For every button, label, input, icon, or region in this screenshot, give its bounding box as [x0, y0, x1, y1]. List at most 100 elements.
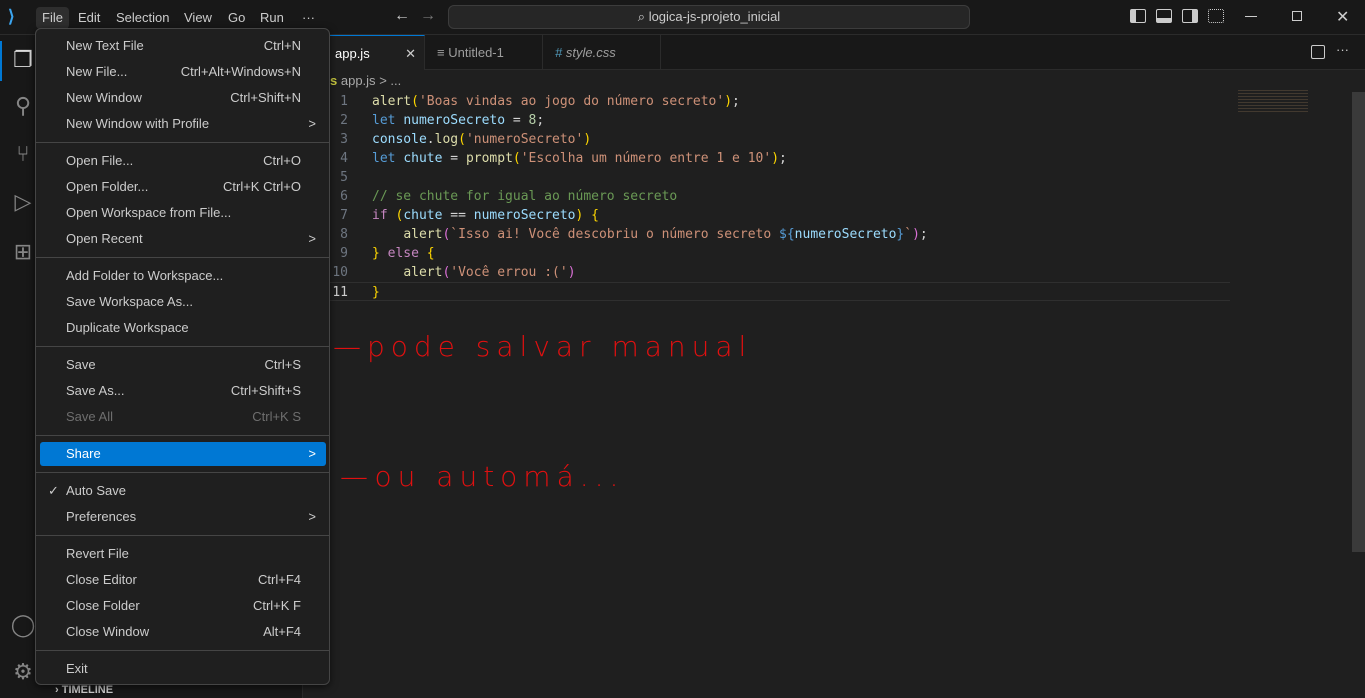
menu-item-close-window[interactable]: Close Window Alt+F4: [40, 620, 326, 644]
menu-item-new-text-file[interactable]: New Text File Ctrl+N: [40, 34, 326, 58]
text-file-icon: ≡: [437, 45, 445, 60]
menu-item-shortcut: Ctrl+N: [263, 38, 301, 53]
toggle-secondary-sidebar-icon[interactable]: [1182, 9, 1198, 23]
menu-item-new-file[interactable]: New File... Ctrl+Alt+Windows+N: [40, 60, 326, 84]
code-line: 8 alert(`Isso ai! Você descobriu o númer…: [340, 227, 928, 242]
menu-separator: [36, 472, 329, 473]
tab-app-js[interactable]: app.js ✕: [323, 35, 425, 70]
explorer-icon[interactable]: ❐: [10, 47, 36, 73]
menu-go[interactable]: Go: [222, 7, 251, 29]
menu-item-exit[interactable]: Exit: [40, 657, 326, 681]
toggle-sidebar-icon[interactable]: [1130, 9, 1146, 23]
tab-label: style.css: [565, 45, 616, 60]
code-line: 3 console.log('numeroSecreto'): [340, 132, 592, 147]
back-arrow-icon[interactable]: ←: [394, 7, 410, 25]
split-editor-icon[interactable]: [1311, 45, 1325, 59]
customize-layout-icon[interactable]: [1208, 9, 1224, 23]
menu-item-label: Preferences: [66, 509, 137, 524]
menu-item-label: Share: [66, 446, 101, 461]
menu-item-add-folder-to-workspace[interactable]: Add Folder to Workspace...: [40, 264, 326, 288]
menu-separator: [36, 142, 329, 143]
more-actions-icon[interactable]: ···: [1336, 42, 1349, 57]
breadcrumb: s app.js > ...: [330, 73, 401, 88]
menu-item-label: New Window: [66, 90, 142, 105]
menu-item-open-recent[interactable]: Open Recent >: [40, 227, 326, 251]
menu-item-save-as[interactable]: Save As... Ctrl+Shift+S: [40, 379, 326, 403]
vertical-scrollbar[interactable]: [1352, 92, 1365, 552]
menu-item-label: Open Recent: [66, 231, 143, 246]
menu-separator: [36, 346, 329, 347]
toggle-panel-icon[interactable]: [1156, 9, 1172, 23]
menu-item-share[interactable]: Share >: [40, 442, 326, 466]
handwritten-annotation: —ou automá...: [340, 460, 625, 493]
editor-tabs: app.js ✕ ≡ Untitled-1 # style.css ···: [303, 35, 1365, 70]
menu-selection[interactable]: Selection: [110, 7, 175, 29]
menu-item-save-workspace-as[interactable]: Save Workspace As...: [40, 290, 326, 314]
menu-more[interactable]: ···: [296, 7, 321, 29]
menu-item-shortcut: Ctrl+Shift+S: [230, 383, 301, 398]
menu-item-close-folder[interactable]: Close Folder Ctrl+K F: [40, 594, 326, 618]
source-control-icon[interactable]: ⑂: [10, 141, 36, 167]
menu-item-save-all[interactable]: Save All Ctrl+K S: [40, 405, 326, 429]
breadcrumb-file[interactable]: app.js: [341, 73, 376, 88]
menu-item-new-window[interactable]: New Window Ctrl+Shift+N: [40, 86, 326, 110]
restore-icon[interactable]: [1292, 11, 1302, 21]
menu-item-label: New File...: [66, 64, 128, 79]
menu-item-open-workspace-from-file[interactable]: Open Workspace from File...: [40, 201, 326, 225]
menu-item-preferences[interactable]: Preferences >: [40, 505, 326, 529]
menu-item-label: Save Workspace As...: [66, 294, 193, 309]
minimap[interactable]: [1238, 90, 1308, 112]
menu-item-shortcut: Ctrl+S: [264, 357, 301, 372]
timeline-section[interactable]: › TIMELINE: [55, 684, 113, 696]
menu-item-shortcut: Ctrl+K Ctrl+O: [222, 179, 301, 194]
menu-item-label: Save All: [66, 409, 113, 424]
chevron-right-icon: >: [308, 231, 316, 246]
code-line: 2 let numeroSecreto = 8;: [340, 113, 545, 128]
menu-item-revert-file[interactable]: Revert File: [40, 542, 326, 566]
menu-file[interactable]: File: [36, 7, 69, 29]
breadcrumb-separator: >: [379, 73, 387, 88]
menu-item-open-folder[interactable]: Open Folder... Ctrl+K Ctrl+O: [40, 175, 326, 199]
menu-item-auto-save[interactable]: ✓ Auto Save: [40, 479, 326, 503]
menu-item-close-editor[interactable]: Close Editor Ctrl+F4: [40, 568, 326, 592]
checkmark-icon: ✓: [48, 483, 59, 498]
code-line: 4 let chute = prompt('Escolha um número e…: [340, 151, 787, 166]
forward-arrow-icon[interactable]: →: [420, 7, 436, 25]
menu-item-label: Exit: [66, 661, 88, 676]
account-icon[interactable]: ◯: [10, 612, 36, 638]
tab-label: app.js: [335, 46, 370, 61]
tab-untitled-1[interactable]: ≡ Untitled-1: [425, 35, 543, 70]
menu-view[interactable]: View: [178, 7, 218, 29]
extensions-icon[interactable]: ⊞: [10, 239, 36, 265]
menu-separator: [36, 257, 329, 258]
menu-item-shortcut: Alt+F4: [263, 624, 301, 639]
minimize-icon[interactable]: [1245, 16, 1257, 17]
menu-item-label: Close Folder: [66, 598, 140, 613]
search-icon[interactable]: ⚲: [10, 93, 36, 119]
menu-item-label: Close Window: [66, 624, 150, 639]
menu-item-shortcut: Ctrl+Shift+N: [230, 90, 301, 105]
menu-item-shortcut: Ctrl+K S: [252, 409, 301, 424]
menu-item-new-window-with-profile[interactable]: New Window with Profile >: [40, 112, 326, 136]
run-debug-icon[interactable]: ▷: [10, 189, 36, 215]
menu-item-save[interactable]: Save Ctrl+S: [40, 353, 326, 377]
menu-edit[interactable]: Edit: [72, 7, 106, 29]
menu-separator: [36, 650, 329, 651]
menu-item-label: Revert File: [66, 546, 129, 561]
tab-style-css[interactable]: # style.css: [543, 35, 661, 70]
menu-run[interactable]: Run: [254, 7, 290, 29]
menu-item-label: Open Workspace from File...: [66, 205, 232, 220]
close-tab-icon[interactable]: ✕: [405, 36, 416, 71]
menu-item-label: New Window with Profile: [66, 116, 210, 131]
menu-separator: [36, 535, 329, 536]
code-editor[interactable]: 1 alert('Boas vindas ao jogo do número se…: [330, 92, 1230, 301]
breadcrumb-symbol[interactable]: ...: [390, 73, 401, 88]
settings-gear-icon[interactable]: ⚙: [10, 659, 36, 685]
menu-item-open-file[interactable]: Open File... Ctrl+O: [40, 149, 326, 173]
menu-item-duplicate-workspace[interactable]: Duplicate Workspace: [40, 316, 326, 340]
menu-item-shortcut: Ctrl+O: [263, 153, 301, 168]
menu-item-label: Add Folder to Workspace...: [66, 268, 224, 283]
close-window-icon[interactable]: ✕: [1336, 7, 1349, 27]
command-center-search[interactable]: ⌕ logica-js-projeto_inicial: [448, 5, 970, 29]
tab-label: Untitled-1: [448, 45, 504, 60]
